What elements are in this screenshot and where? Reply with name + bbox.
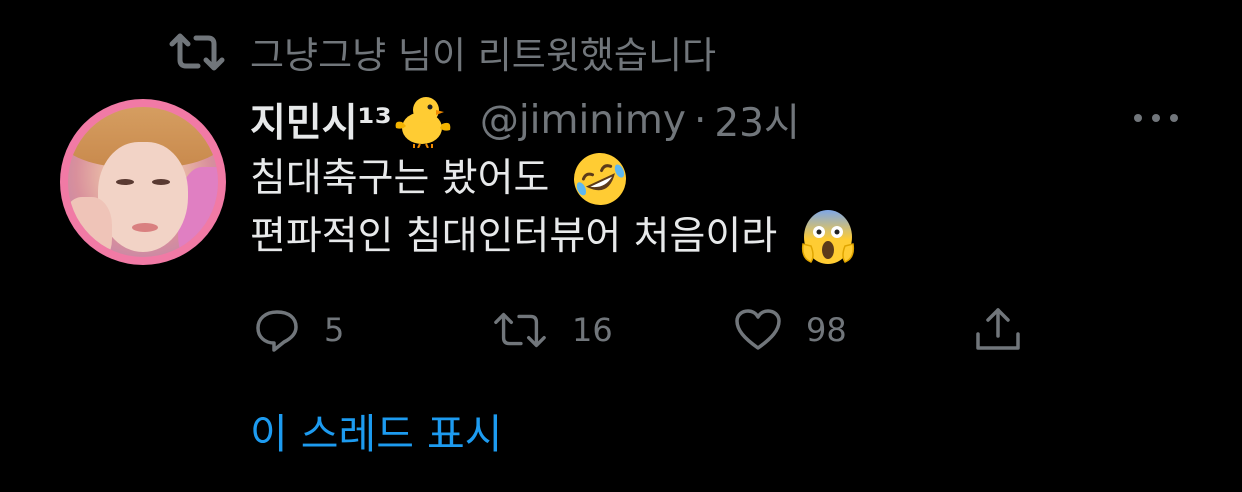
user-handle[interactable]: @jiminimy [480,98,686,143]
tweet-timestamp[interactable]: 23시 [714,92,800,148]
share-icon [976,308,1020,350]
baby-chick-emoji-icon [395,97,451,148]
tweet-line-text: 침대축구는 봤어도 [250,156,550,201]
separator-dot: · [693,97,707,143]
tweet-header: 지민시¹³ @jiminimy · 23시 [250,92,800,148]
share-button[interactable] [974,300,1022,360]
tweet-line: 침대축구는 봤어도 [250,150,857,208]
heart-icon [735,309,781,350]
avatar[interactable] [60,99,226,265]
retweet-context[interactable]: 그냥그냥 님이 리트윗했습니다 [168,28,717,77]
like-count: 98 [806,311,847,349]
retweet-icon [494,312,546,348]
retweet-label: 그냥그냥 님이 리트윗했습니다 [250,34,717,77]
display-name[interactable]: 지민시¹³ [250,92,392,148]
retweet-icon [169,33,225,71]
rolling-on-floor-laughing-emoji-icon [574,153,627,205]
face-screaming-in-fear-emoji-icon [802,210,855,264]
tweet-actions: 5 16 98 [250,300,1050,360]
retweet-count: 16 [572,311,613,349]
more-options-icon[interactable] [1134,108,1178,128]
show-thread-link[interactable]: 이 스레드 표시 [250,400,502,460]
tweet-line-text: 편파적인 침대인터뷰어 처음이라 [250,214,778,259]
tweet-line: 편파적인 침대인터뷰어 처음이라 [250,208,857,266]
tweet-body: 침대축구는 봤어도 편파적인 침대인터뷰어 처음이라 [250,150,857,266]
reply-count: 5 [324,311,345,349]
reply-button[interactable]: 5 [254,300,344,360]
retweet-button[interactable]: 16 [492,300,613,360]
reply-icon [256,310,298,352]
like-button[interactable]: 98 [734,300,847,360]
